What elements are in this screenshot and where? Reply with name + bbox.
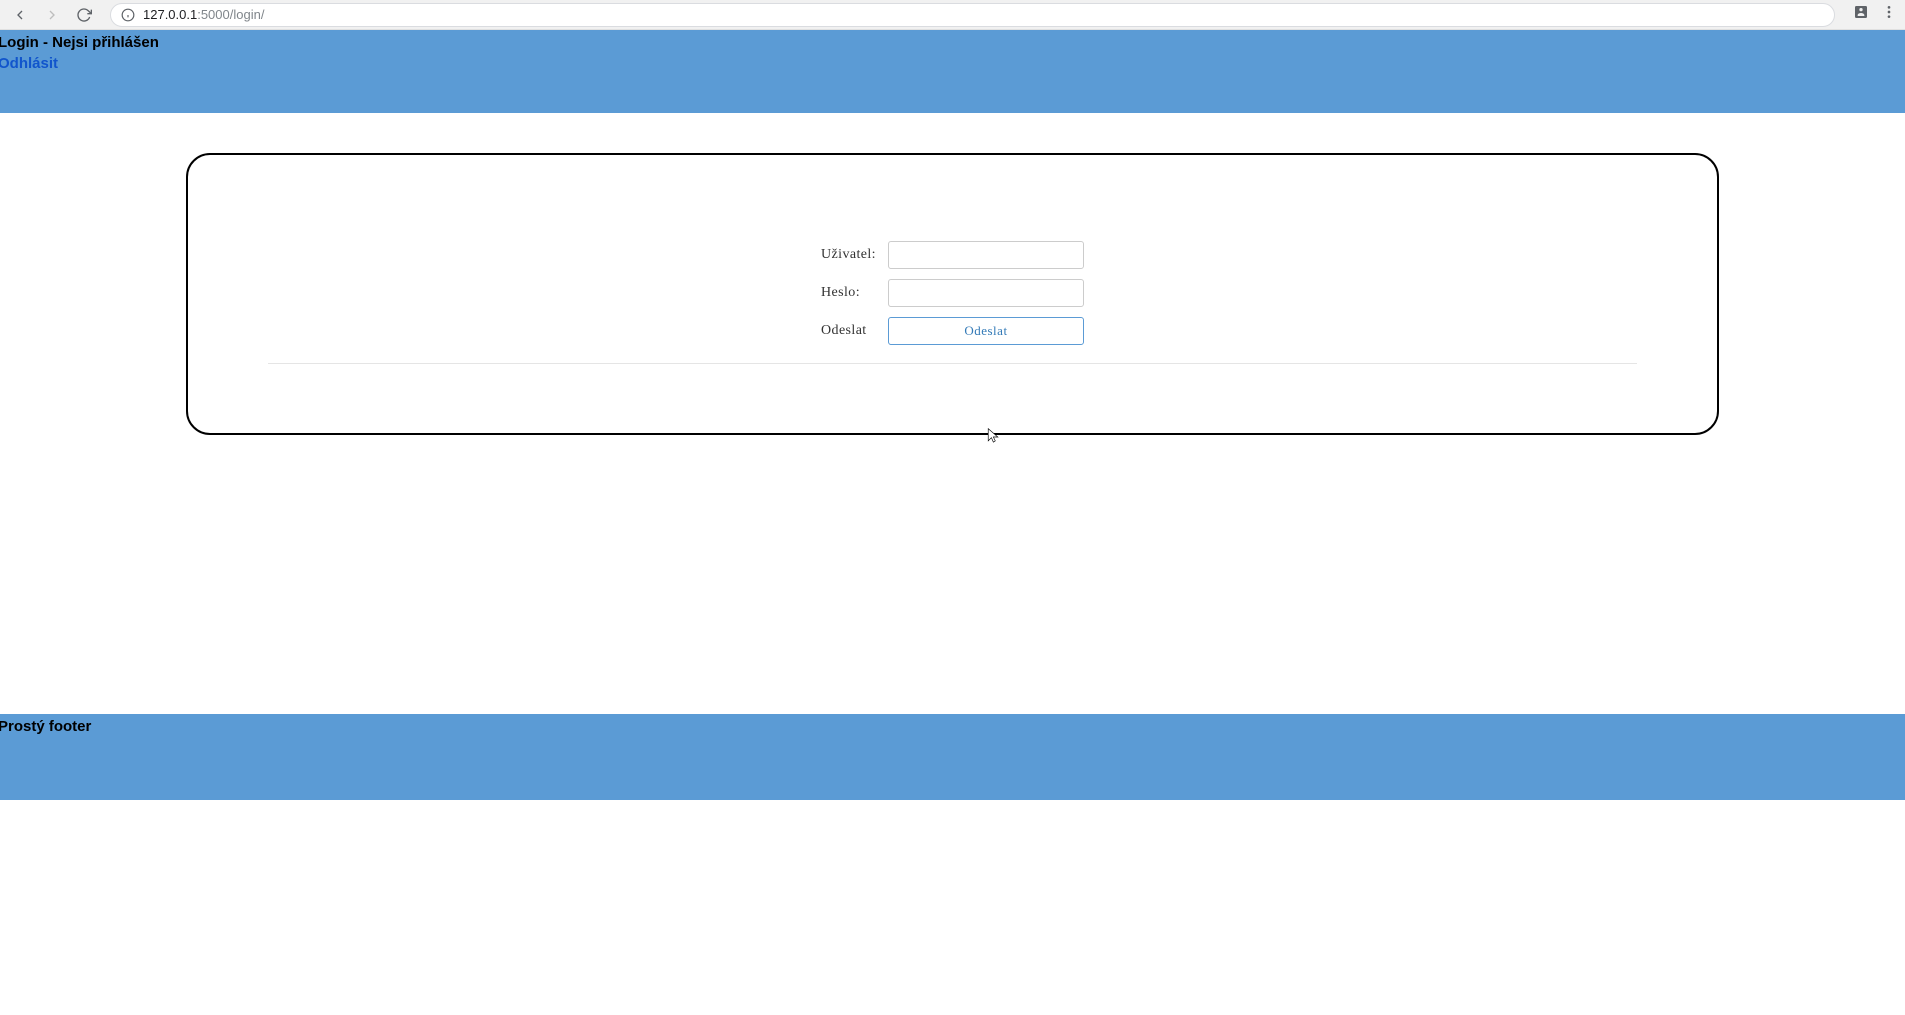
menu-icon[interactable]: [1881, 4, 1897, 25]
back-button[interactable]: [8, 3, 32, 27]
arrow-left-icon: [12, 7, 28, 23]
logout-link[interactable]: Odhlásit: [0, 55, 58, 72]
row-submit: Odeslat Odeslat: [819, 313, 1086, 349]
login-form: Uživatel: Heslo: Odeslat Odeslat: [817, 235, 1088, 351]
input-user[interactable]: [888, 241, 1084, 269]
page-title: Login - Nejsi přihlášen: [0, 34, 1905, 51]
reload-icon: [76, 7, 92, 23]
footer-text: Prostý footer: [0, 718, 1905, 735]
reload-button[interactable]: [72, 3, 96, 27]
page-header: Login - Nejsi přihlášen Odhlásit: [0, 30, 1905, 113]
arrow-right-icon: [44, 7, 60, 23]
label-user: Uživatel:: [819, 237, 884, 273]
address-bar[interactable]: 127.0.0.1:5000/login/: [110, 3, 1835, 27]
row-user: Uživatel:: [819, 237, 1086, 273]
input-password[interactable]: [888, 279, 1084, 307]
browser-toolbar: 127.0.0.1:5000/login/: [0, 0, 1905, 30]
login-card: Uživatel: Heslo: Odeslat Odeslat: [186, 153, 1719, 435]
page-footer: Prostý footer: [0, 714, 1905, 800]
forward-button[interactable]: [40, 3, 64, 27]
main-content: Uživatel: Heslo: Odeslat Odeslat: [0, 113, 1905, 435]
submit-button[interactable]: Odeslat: [888, 317, 1084, 345]
divider: [268, 363, 1637, 364]
url-text: 127.0.0.1:5000/login/: [143, 7, 264, 22]
label-submit: Odeslat: [819, 313, 884, 349]
row-password: Heslo:: [819, 275, 1086, 311]
label-password: Heslo:: [819, 275, 884, 311]
site-info-icon[interactable]: [121, 8, 135, 22]
account-icon[interactable]: [1853, 4, 1869, 25]
